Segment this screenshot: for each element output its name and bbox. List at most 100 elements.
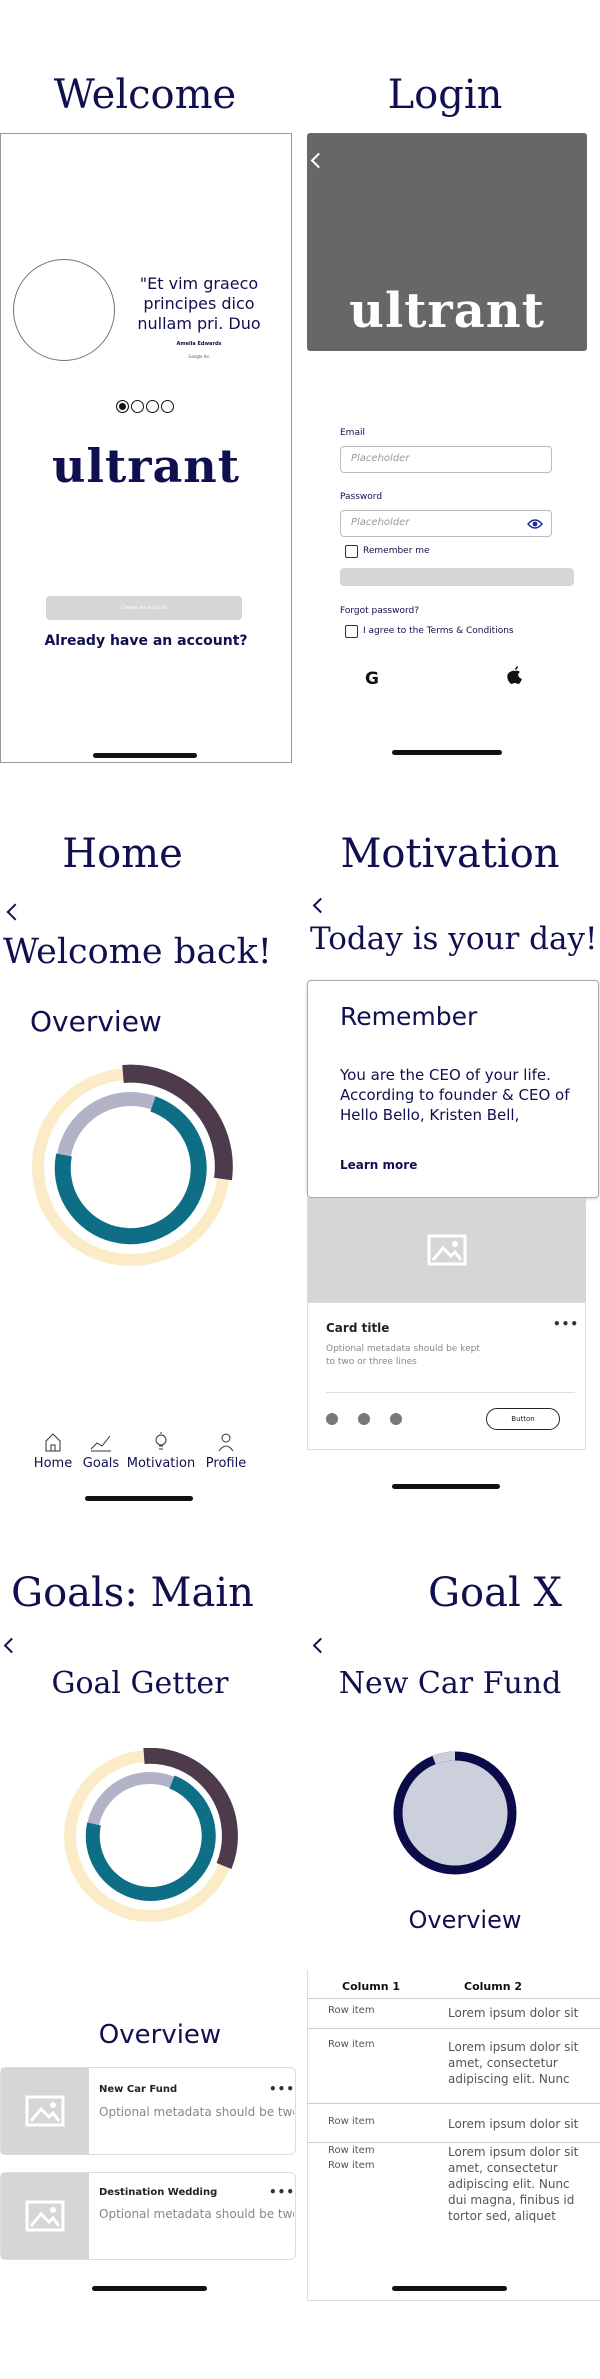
password-placeholder: Placeholder [351,517,410,528]
login-screen-title: Login [387,72,503,118]
image-icon [25,2095,65,2127]
carousel-dots[interactable] [116,400,176,414]
email-field[interactable]: Placeholder [340,446,552,473]
terms-label: I agree to the Terms & Conditions [363,626,514,636]
create-account-button[interactable]: Create an account [46,596,242,620]
column-header-2[interactable]: Column 2 [464,1980,522,1993]
back-arrow-icon[interactable] [312,897,329,914]
table-cell: Row item [328,2160,375,2171]
carousel-dot[interactable] [161,400,174,413]
back-arrow-icon[interactable] [312,1637,329,1654]
card-divider [326,1392,575,1393]
goal-image-placeholder [1,2068,89,2154]
home-indicator [85,1496,193,1501]
login-screen: ultrant Email Placeholder Password Place… [307,133,587,761]
remember-me-label: Remember me [363,546,430,556]
tab-motivation[interactable]: Motivation [126,1432,196,1471]
goal-x-screen-title: Goal X [428,1570,562,1616]
ring-outer-arc [122,1064,233,1181]
motivation-screen-title: Motivation [340,831,560,877]
forgot-password-link[interactable]: Forgot password? [340,606,419,616]
new-car-fund-heading: New Car Fund [338,1666,562,1701]
password-field[interactable]: Placeholder [340,510,552,537]
more-options-icon[interactable]: ••• [269,2082,295,2096]
goal-item-metadata: Optional metadata should be two [99,2207,294,2221]
tab-home-label: Home [33,1456,73,1471]
goal-x-overview-heading: Overview [408,1906,522,1934]
goal-getter-heading: Goal Getter [51,1666,229,1701]
welcome-screen-title: Welcome [53,72,237,118]
card-metadata: Optional metadata should be kept to two … [326,1344,480,1367]
lightbulb-icon [155,1432,167,1450]
tab-home[interactable]: Home [28,1432,78,1471]
card-image-placeholder [307,1198,586,1302]
table-row[interactable]: Row item Lorem ipsum dolor sit [308,2103,600,2138]
login-logo: ultrant [349,283,545,339]
ring-gap [432,1751,456,1765]
goals-overview-heading: Overview [98,2020,222,2050]
home-screen-title: Home [62,831,183,877]
eye-icon[interactable] [527,518,543,533]
login-link[interactable]: Already have an account? [1,633,291,649]
remember-title: Remember [340,1002,478,1031]
login-button[interactable] [340,568,574,586]
home-indicator [392,750,502,755]
goal-list-item[interactable]: New Car Fund Optional metadata should be… [0,2067,296,2155]
carousel-dot-active[interactable] [116,400,129,413]
goals-ring-chart [64,1748,238,1922]
chart-icon [90,1435,111,1452]
ring-fill [393,1751,517,1875]
image-icon [427,1234,466,1266]
person-icon [218,1433,234,1452]
overview-ring-chart [32,1064,233,1266]
welcome-screen: "Et vim graeco principes dico nullam pri… [0,133,292,763]
card-title: Card title [326,1321,390,1335]
content-card: Card title ••• Optional metadata should … [307,1302,586,1450]
back-arrow-icon[interactable] [310,152,327,169]
remember-card: Remember You are the CEO of your life. A… [307,980,599,1198]
table-cell: Row item [328,2145,375,2156]
motivation-heading: Today is your day! [310,921,598,957]
home-indicator [392,2286,507,2291]
table-row[interactable]: Row item Lorem ipsum dolor sit [308,1998,600,2029]
card-button[interactable]: Button [486,1408,560,1430]
action-dot-icon[interactable] [326,1413,338,1425]
table-cell: Lorem ipsum dolor sit amet, consectetur … [448,2145,579,2223]
back-arrow-icon[interactable] [3,1637,20,1654]
learn-more-link[interactable]: Learn more [340,1158,417,1172]
terms-checkbox[interactable] [345,625,358,638]
column-header-1[interactable]: Column 1 [342,1980,400,1993]
action-dot-icon[interactable] [358,1413,370,1425]
apple-icon[interactable] [507,666,523,689]
goal-list-item[interactable]: Destination Wedding Optional metadata sh… [0,2172,296,2260]
back-arrow-icon[interactable] [6,903,24,921]
more-options-icon[interactable]: ••• [553,1317,579,1331]
goals-main-screen-title: Goals: Main [11,1570,254,1616]
tab-goals[interactable]: Goals [76,1432,126,1471]
action-dot-icon[interactable] [390,1413,402,1425]
remember-me-checkbox[interactable] [345,545,358,558]
home-indicator [93,753,197,758]
table-cell: Row item [328,2039,375,2050]
quote-text: "Et vim graeco principes dico nullam pri… [137,274,261,333]
password-label: Password [340,492,383,502]
app-logo: ultrant [52,439,240,493]
table-cell: Row item [328,2005,375,2016]
quote-author: Amelia Edwards [176,341,222,347]
table-row[interactable]: Row item Lorem ipsum dolor sit amet, con… [308,2145,600,2288]
carousel-dot[interactable] [146,400,159,413]
login-header: ultrant [307,133,587,351]
house-icon [45,1433,61,1452]
table-cell: Lorem ipsum dolor sit [448,2117,579,2131]
goal-progress-ring [393,1751,517,1875]
more-options-icon[interactable]: ••• [269,2185,295,2199]
table-cell: Lorem ipsum dolor sit [448,2006,579,2020]
carousel-dot[interactable] [131,400,144,413]
goal-image-placeholder [1,2173,89,2259]
table-row[interactable]: Row item Lorem ipsum dolor sit amet, con… [308,2028,600,2101]
remember-body: You are the CEO of your life. According … [340,1066,570,1124]
google-icon[interactable]: G [365,669,379,689]
tab-motivation-label: Motivation [126,1456,196,1471]
tab-profile[interactable]: Profile [196,1432,256,1471]
goal-item-title: New Car Fund [99,2084,178,2095]
